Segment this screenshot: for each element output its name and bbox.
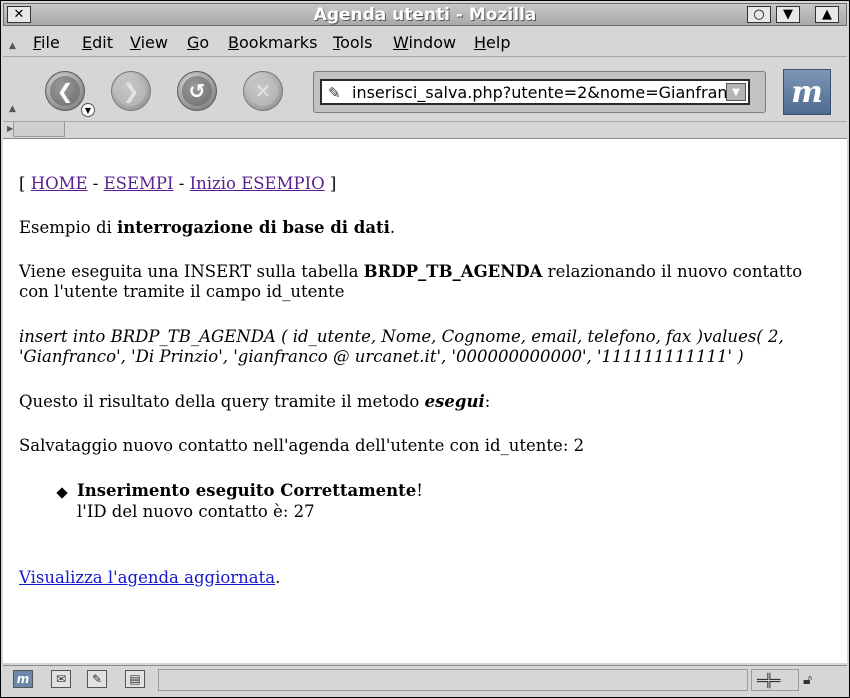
menu-view[interactable]: View bbox=[130, 33, 168, 52]
intro-bold: interrogazione di base di dati bbox=[117, 218, 390, 237]
menu-go[interactable]: Go bbox=[187, 33, 209, 52]
result-method: esegui bbox=[424, 392, 485, 411]
result-prefix: Questo il risultato della query tramite … bbox=[19, 392, 425, 411]
back-history-dropdown-icon[interactable]: ▼ bbox=[81, 103, 95, 117]
url-text: inserisci_salva.php?utente=2&nome=Gianfr… bbox=[352, 83, 747, 102]
menu-bar: ▲ File Edit View Go Bookmarks Tools Wind… bbox=[3, 28, 847, 57]
menu-bookmarks[interactable]: Bookmarks bbox=[228, 33, 317, 52]
inizio-esempio-link[interactable]: Inizio ESEMPIO bbox=[190, 174, 325, 193]
view-agenda-link[interactable]: Visualizza l'agenda aggiornata bbox=[19, 568, 275, 587]
page-content: [ HOME - ESEMPI - Inizio ESEMPIO ] Esemp… bbox=[3, 139, 847, 663]
bookmark-tag-icon: ✎ bbox=[328, 84, 341, 102]
menu-edit-label: Edit bbox=[82, 33, 113, 52]
home-link[interactable]: HOME bbox=[31, 174, 88, 193]
menu-file-label: File bbox=[33, 33, 60, 52]
insert-table: BRDP_TB_AGENDA bbox=[363, 262, 543, 281]
url-dropdown-icon[interactable]: ▼ bbox=[726, 83, 746, 101]
back-arrow-icon: ❮ bbox=[50, 76, 80, 106]
result-suffix: : bbox=[484, 392, 491, 411]
back-button[interactable]: ❮ bbox=[45, 71, 85, 111]
view-agenda-suffix: . bbox=[275, 568, 281, 587]
success-bold: Inserimento eseguito Correttamente bbox=[77, 481, 417, 500]
sql-query: insert into BRDP_TB_AGENDA ( id_utente, … bbox=[19, 327, 784, 366]
nav-sep-1: - bbox=[92, 174, 99, 193]
new-contact-id: l'ID del nuovo contatto è: 27 bbox=[77, 502, 315, 521]
menu-tools[interactable]: Tools bbox=[333, 33, 372, 52]
menu-tools-label: Tools bbox=[333, 33, 373, 52]
shade-window-icon[interactable]: ▼ bbox=[776, 6, 800, 23]
composer-icon[interactable]: ✎ bbox=[87, 670, 107, 688]
address-book-icon[interactable]: ▤ bbox=[125, 670, 145, 688]
esempi-link[interactable]: ESEMPI bbox=[104, 174, 174, 193]
url-bar-container: ✎ inserisci_salva.php?utente=2&nome=Gian… bbox=[313, 71, 766, 113]
nav-links: [ HOME - ESEMPI - Inizio ESEMPIO ] bbox=[19, 174, 835, 194]
online-status-icon[interactable]: ═╬═ bbox=[757, 674, 780, 689]
stop-button[interactable]: ✕ bbox=[243, 71, 283, 111]
forward-button[interactable]: ❯ bbox=[111, 71, 151, 111]
url-input[interactable]: ✎ inserisci_salva.php?utente=2&nome=Gian… bbox=[320, 79, 750, 105]
menu-edit[interactable]: Edit bbox=[82, 33, 113, 52]
menu-window-label: Window bbox=[393, 33, 457, 52]
browser-window: ✕ Agenda utenti - Mozilla ○ ▼ ▲ ▲ File E… bbox=[0, 0, 850, 698]
reload-button[interactable]: ↺ bbox=[177, 71, 217, 111]
title-bar[interactable]: ✕ Agenda utenti - Mozilla ○ ▼ ▲ bbox=[3, 3, 847, 26]
menu-file[interactable]: File bbox=[33, 33, 60, 52]
status-bar: m ✉ ✎ ▤ ═╬═ 🔓︎ bbox=[3, 665, 847, 697]
insert-description: Viene eseguita una INSERT sulla tabella … bbox=[19, 262, 835, 302]
minimize-window-icon[interactable]: ○ bbox=[747, 6, 771, 23]
navigation-toolbar: ▲ ❮ ▼ ❯ ↺ ✕ ✎ inserisci_salva.php?utente… bbox=[3, 57, 847, 122]
mozilla-logo-icon[interactable]: m bbox=[783, 69, 831, 115]
menubar-grip-icon[interactable]: ▲ bbox=[9, 42, 17, 51]
menu-help-label: Help bbox=[474, 33, 511, 52]
mail-icon[interactable]: ✉ bbox=[51, 670, 71, 688]
result-paragraph: Questo il risultato della query tramite … bbox=[19, 392, 835, 412]
security-lock-icon[interactable]: 🔓︎ bbox=[803, 672, 812, 688]
nav-close-bracket: ] bbox=[329, 174, 337, 193]
intro-paragraph: Esempio di interrogazione di base di dat… bbox=[19, 218, 835, 238]
stop-icon: ✕ bbox=[248, 76, 278, 106]
maximize-window-icon[interactable]: ▲ bbox=[815, 6, 839, 23]
personal-toolbar: ▶ bbox=[3, 122, 847, 139]
forward-arrow-icon: ❯ bbox=[116, 76, 146, 106]
success-suffix: ! bbox=[416, 481, 423, 500]
menu-view-label: View bbox=[130, 33, 168, 52]
status-text-field bbox=[158, 669, 748, 691]
insert-prefix: Viene eseguita una INSERT sulla tabella bbox=[19, 262, 364, 281]
navigator-icon[interactable]: m bbox=[13, 670, 33, 688]
nav-sep-2: - bbox=[178, 174, 185, 193]
window-title: Agenda utenti - Mozilla bbox=[313, 5, 537, 25]
reload-icon: ↺ bbox=[182, 76, 212, 106]
intro-prefix: Esempio di bbox=[19, 218, 118, 237]
menu-go-label: Go bbox=[187, 33, 210, 52]
intro-suffix: . bbox=[389, 218, 396, 237]
menu-window[interactable]: Window bbox=[393, 33, 456, 52]
toolbar-grip-icon[interactable]: ▲ bbox=[9, 105, 17, 114]
saving-paragraph: Salvataggio nuovo contatto nell'agenda d… bbox=[19, 436, 585, 455]
view-agenda-paragraph: Visualizza l'agenda aggiornata. bbox=[19, 568, 835, 588]
menu-bookmarks-label: Bookmarks bbox=[228, 33, 318, 52]
menu-help[interactable]: Help bbox=[474, 33, 510, 52]
nav-open-bracket: [ bbox=[19, 174, 26, 193]
personal-toolbar-tab[interactable] bbox=[13, 122, 65, 137]
list-bullet-icon bbox=[56, 487, 68, 499]
success-message: Inserimento eseguito Correttamente! bbox=[77, 481, 835, 501]
